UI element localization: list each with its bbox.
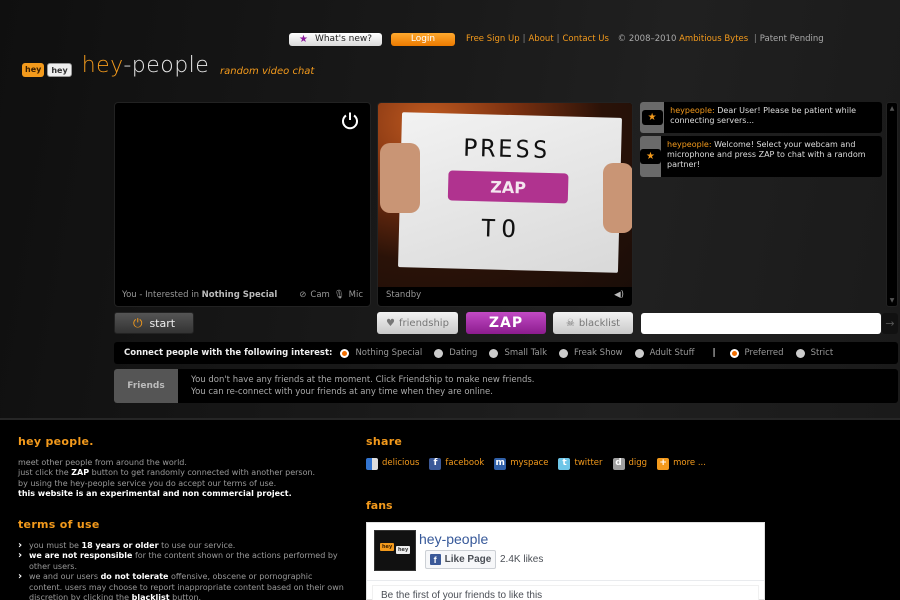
myspace-icon: m	[494, 457, 507, 470]
star-icon: ★	[641, 110, 663, 125]
facebook-icon: f	[429, 554, 441, 565]
cam-label: Cam	[310, 290, 330, 300]
share-more[interactable]: + more ...	[657, 457, 706, 470]
zap-button[interactable]: ZAP	[466, 312, 546, 334]
send-arrow-icon[interactable]: →	[882, 313, 898, 334]
speaker-icon[interactable]: ◀)	[614, 290, 624, 300]
interest-option[interactable]: Freak Show	[559, 348, 623, 358]
share-title: share	[366, 435, 403, 448]
top-bar: ★ What's new? Login Free Sign Up | About | C…	[289, 32, 824, 46]
logo-text: hey-people	[81, 53, 210, 78]
about-section: hey people. meet other people from aroun…	[18, 435, 348, 500]
system-avatar: ★	[640, 136, 661, 177]
press-zap-sign: PRESS ZAP TO	[398, 112, 622, 273]
friendship-button[interactable]: ♥ friendship	[377, 312, 458, 334]
device-status: ⊘ Cam 🎙 Mic	[299, 290, 363, 300]
share-digg[interactable]: d digg	[612, 457, 647, 470]
share-twitter[interactable]: t twitter	[558, 457, 603, 470]
chat-input[interactable]	[641, 313, 881, 334]
partner-video-image: PRESS ZAP TO	[378, 103, 632, 287]
separator: |	[712, 348, 716, 358]
interest-option[interactable]: Small Talk	[489, 348, 547, 358]
terms-item: we and our users do not tolerate offensi…	[18, 572, 348, 600]
friends-like-text: Be the first of your friends to like thi…	[372, 585, 759, 600]
interest-option[interactable]: Nothing Special	[340, 348, 422, 358]
facebook-widget: hey hey hey-people f Like Page 2.4K likes…	[366, 522, 765, 600]
chat-message: ★ heypeople: Dear User! Please be patien…	[640, 102, 882, 133]
facebook-icon: f	[429, 457, 442, 470]
power-icon[interactable]	[340, 111, 360, 131]
like-page-button[interactable]: f Like Page	[425, 550, 496, 569]
company-link[interactable]: Ambitious Bytes	[679, 34, 748, 44]
logo-bubble-orange: hey	[22, 63, 45, 77]
chat-scrollbar[interactable]: ▲ ▼	[886, 102, 898, 307]
twitter-icon: t	[558, 457, 571, 470]
interest-label: Connect people with the following intere…	[124, 348, 333, 358]
power-icon: ⏻	[132, 315, 143, 330]
share-delicious[interactable]: delicious	[366, 457, 419, 470]
share-section: share delicious f facebook m myspace t twit…	[366, 435, 766, 470]
mic-label: Mic	[348, 290, 363, 300]
chat-log: ★ heypeople: Dear User! Please be patien…	[640, 102, 883, 307]
my-video-panel: You - Interested in Nothing Special ⊘ Ca…	[114, 102, 371, 307]
star-icon: ★	[298, 33, 308, 45]
terms-section: terms of use you must be 18 years or old…	[18, 518, 348, 600]
interest-option[interactable]: Adult Stuff	[634, 348, 694, 358]
tagline: random video chat	[220, 66, 315, 77]
partner-video-panel: PRESS ZAP TO Standby ◀)	[377, 102, 633, 307]
mic-off-icon[interactable]: 🎙	[334, 290, 345, 300]
delicious-icon	[366, 457, 378, 470]
mode-option[interactable]: Preferred	[729, 348, 784, 358]
cam-off-icon[interactable]: ⊘	[299, 290, 306, 300]
whats-new-button[interactable]: ★ What's new?	[289, 32, 382, 46]
skull-icon: ☠	[565, 317, 575, 329]
friends-tab[interactable]: Friends	[114, 369, 178, 403]
top-links: Free Sign Up | About | Contact Us © 2008–201…	[466, 34, 824, 44]
plus-icon: +	[657, 457, 670, 470]
free-signup-link[interactable]: Free Sign Up	[466, 34, 520, 44]
mode-option[interactable]: Strict	[795, 348, 833, 358]
friends-panel: Friends You don't have any friends at th…	[114, 369, 898, 403]
friends-message: You don't have any friends at the moment…	[191, 375, 535, 397]
interest-option[interactable]: Dating	[434, 348, 477, 358]
logo-bubble-white: hey	[47, 63, 72, 77]
divider	[367, 580, 764, 581]
hand-left	[380, 143, 420, 213]
blacklist-button[interactable]: ☠ blacklist	[553, 312, 633, 334]
copyright: © 2008–2010 Ambitious Bytes | Patent Pend…	[617, 34, 824, 44]
scroll-up-icon[interactable]: ▲	[887, 105, 897, 112]
chat-message: ★ heypeople: Welcome! Select your webcam…	[640, 136, 882, 177]
logo[interactable]: hey hey hey-people	[22, 55, 209, 77]
share-facebook[interactable]: f facebook	[429, 457, 484, 470]
login-button[interactable]: Login	[391, 32, 455, 46]
my-video-caption: You - Interested in Nothing Special	[122, 290, 278, 300]
hand-right	[603, 163, 632, 233]
terms-title: terms of use	[18, 518, 100, 531]
scroll-down-icon[interactable]: ▼	[887, 297, 897, 304]
about-link[interactable]: About	[528, 34, 553, 44]
star-icon: ★	[640, 149, 661, 164]
whats-new-label: What's new?	[314, 34, 373, 44]
contact-link[interactable]: Contact Us	[563, 34, 609, 44]
patent-text: Patent Pending	[759, 34, 824, 44]
page-thumbnail[interactable]: hey hey	[374, 530, 416, 571]
system-avatar: ★	[640, 102, 665, 133]
fb-page-name[interactable]: hey-people	[419, 531, 488, 547]
interest-bar: Connect people with the following intere…	[114, 342, 898, 364]
heart-icon: ♥	[386, 317, 396, 329]
like-count: 2.4K likes	[500, 554, 544, 565]
fans-title: fans	[366, 499, 393, 512]
partner-status: Standby	[386, 290, 422, 300]
about-title: hey people.	[18, 435, 94, 448]
terms-item: you must be 18 years or older to use our…	[18, 541, 348, 552]
digg-icon: d	[612, 457, 625, 470]
terms-item: we are not responsible for the content s…	[18, 551, 348, 572]
start-button[interactable]: ⏻ start	[114, 312, 194, 334]
share-myspace[interactable]: m myspace	[494, 457, 548, 470]
